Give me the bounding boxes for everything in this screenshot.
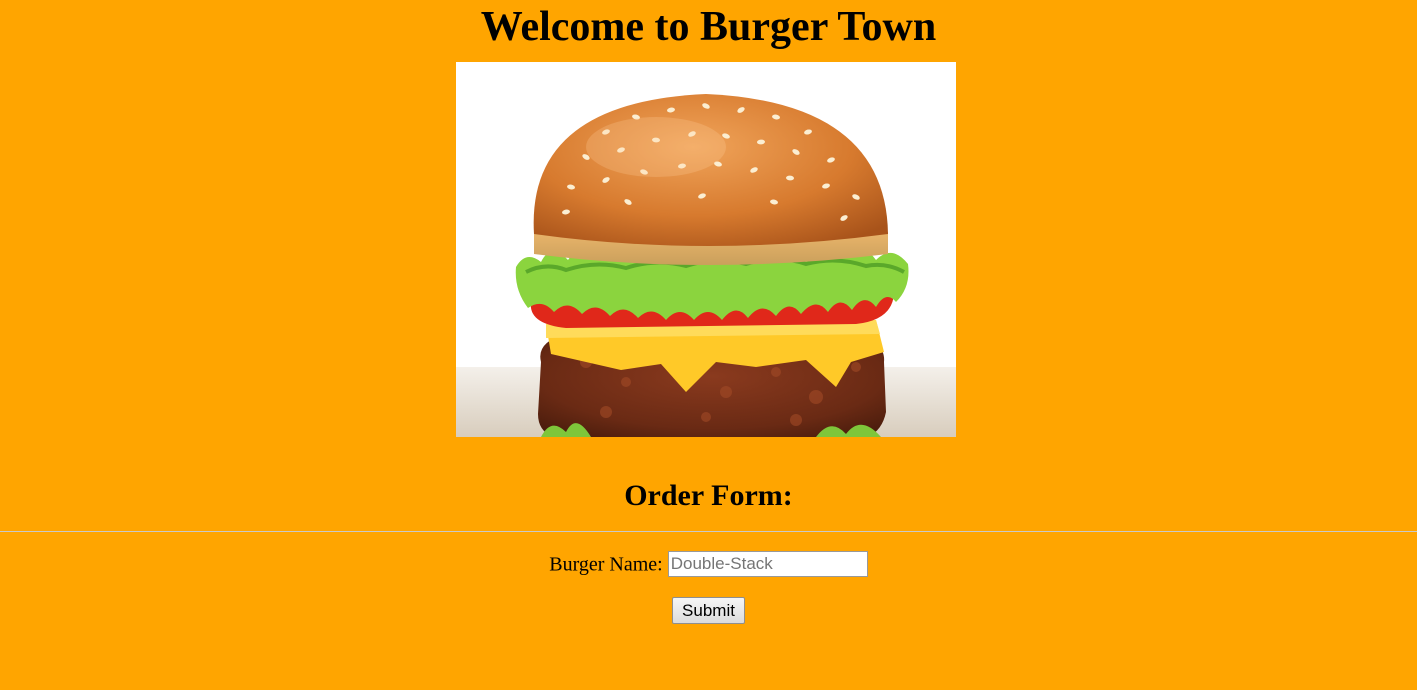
order-form-heading: Order Form: xyxy=(624,479,793,512)
submit-button[interactable]: Submit xyxy=(672,597,745,624)
divider xyxy=(0,531,1417,532)
burger-name-row: Burger Name: xyxy=(0,549,1417,578)
submit-row: Submit xyxy=(0,597,1417,624)
page: Welcome to Burger Town Order Form: Burge… xyxy=(0,0,1417,690)
burger-image xyxy=(456,62,956,437)
burger-name-input[interactable] xyxy=(667,551,868,578)
page-title: Welcome to Burger Town xyxy=(480,4,937,50)
burger-name-label: Burger Name: xyxy=(549,553,663,576)
burger-photo-icon xyxy=(456,62,956,437)
